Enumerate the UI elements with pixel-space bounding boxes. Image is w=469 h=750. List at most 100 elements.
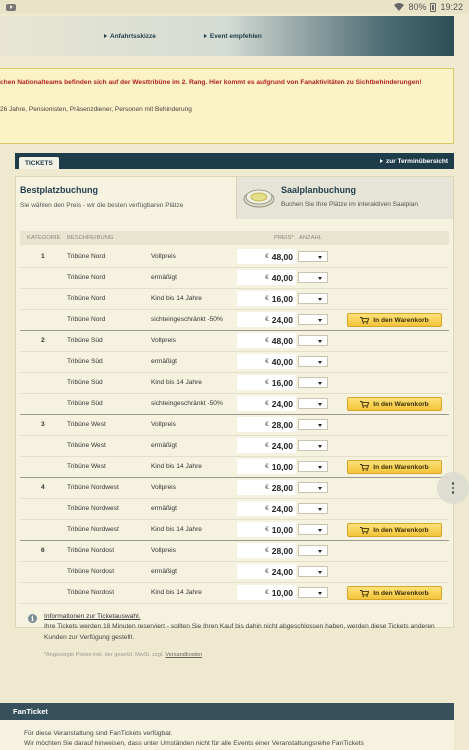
currency-symbol: € bbox=[265, 568, 269, 575]
price-value: 48,00 bbox=[271, 335, 293, 346]
quantity-select[interactable] bbox=[298, 314, 328, 325]
quantity-select[interactable] bbox=[298, 482, 328, 493]
nav-event-empfehlen-link[interactable]: Event empfehlen bbox=[203, 33, 262, 40]
arrow-right-icon bbox=[104, 34, 107, 38]
warning-highlight: chen Nationalteams befinden sich auf der… bbox=[0, 79, 422, 86]
table-row: Tribüne Nordwest Kind bis 14 Jahre €10,00 I… bbox=[20, 520, 449, 541]
quantity-select[interactable] bbox=[298, 398, 328, 409]
quantity-select[interactable] bbox=[298, 272, 328, 283]
price-type-cell: Kind bis 14 Jahre bbox=[151, 463, 202, 470]
add-to-cart-button[interactable]: In den Warenkorb bbox=[347, 523, 442, 537]
currency-symbol: € bbox=[265, 547, 269, 554]
price-value: 28,00 bbox=[271, 419, 293, 430]
quantity-select[interactable] bbox=[298, 461, 328, 472]
currency-symbol: € bbox=[265, 463, 269, 470]
quantity-select[interactable] bbox=[298, 545, 328, 556]
quantity-select[interactable] bbox=[298, 566, 328, 577]
table-row: 6 Tribüne Nordost Vollpreis €28,00 bbox=[20, 541, 449, 562]
cart-icon bbox=[360, 400, 370, 408]
description-cell: Tribüne Nordwest bbox=[67, 505, 119, 512]
price-cell: €48,00 bbox=[237, 333, 296, 348]
add-to-cart-button[interactable]: In den Warenkorb bbox=[347, 397, 442, 411]
shipping-costs-link[interactable]: Versandkosten bbox=[165, 652, 202, 658]
price-type-cell: Vollpreis bbox=[151, 547, 176, 554]
cart-icon bbox=[360, 526, 370, 534]
price-cell: €10,00 bbox=[237, 459, 296, 474]
quantity-select[interactable] bbox=[298, 251, 328, 262]
quantity-select[interactable] bbox=[298, 587, 328, 598]
category-cell: 4 bbox=[41, 484, 45, 491]
nav-anfahrtsskizze-link[interactable]: Anfahrtsskizze bbox=[104, 33, 156, 40]
currency-symbol: € bbox=[265, 526, 269, 533]
table-header: KATEGORIE BESCHREIBUNG PREIS* ANZAHL bbox=[20, 231, 449, 245]
price-type-cell: Kind bis 14 Jahre bbox=[151, 379, 202, 386]
currency-symbol: € bbox=[265, 379, 269, 386]
currency-symbol: € bbox=[265, 421, 269, 428]
description-cell: Tribüne West bbox=[67, 442, 106, 449]
youtube-icon bbox=[6, 3, 16, 11]
price-value: 48,00 bbox=[271, 251, 293, 262]
quantity-select[interactable] bbox=[298, 419, 328, 430]
description-cell: Tribüne Nord bbox=[67, 316, 106, 323]
currency-symbol: € bbox=[265, 316, 269, 323]
price-type-cell: ermäßigt bbox=[151, 505, 178, 512]
currency-symbol: € bbox=[265, 484, 269, 491]
floating-menu-button[interactable] bbox=[437, 472, 469, 504]
booking-panel: Bestplatzbuchung Sie wählen den Preis - … bbox=[15, 176, 454, 658]
currency-symbol: € bbox=[265, 337, 269, 344]
currency-symbol: € bbox=[265, 589, 269, 596]
description-cell: Tribüne Nordwest bbox=[67, 484, 119, 491]
col-kategorie: KATEGORIE bbox=[27, 235, 61, 241]
price-type-cell: Vollpreis bbox=[151, 253, 176, 260]
reservation-info: Ihre Tickets werden 18 Minuten reservier… bbox=[44, 623, 435, 641]
table-row: Tribüne Nord sichteingeschränkt -50% €24,0… bbox=[20, 310, 449, 331]
price-cell: €28,00 bbox=[237, 543, 296, 558]
cart-icon bbox=[360, 589, 370, 597]
quantity-select[interactable] bbox=[298, 524, 328, 535]
table-row: Tribüne Nord Kind bis 14 Jahre €16,00 bbox=[20, 289, 449, 310]
tab-tickets[interactable]: TICKETS bbox=[19, 157, 59, 169]
description-cell: Tribüne West bbox=[67, 421, 106, 428]
price-value: 10,00 bbox=[271, 587, 293, 598]
currency-symbol: € bbox=[265, 505, 269, 512]
overview-link[interactable]: zur Terminübersicht bbox=[379, 158, 448, 165]
description-cell: Tribüne Nordwest bbox=[67, 526, 119, 533]
quantity-select[interactable] bbox=[298, 356, 328, 367]
arrow-right-icon bbox=[203, 34, 207, 38]
description-cell: Tribüne West bbox=[67, 463, 106, 470]
tickets-header: TICKETS zur Terminübersicht bbox=[15, 153, 454, 169]
description-cell: Tribüne Süd bbox=[67, 400, 103, 407]
price-cell: €40,00 bbox=[237, 354, 296, 369]
add-to-cart-button[interactable]: In den Warenkorb bbox=[347, 586, 442, 600]
clock: 19:22 bbox=[440, 2, 463, 12]
add-to-cart-button[interactable]: In den Warenkorb bbox=[347, 460, 442, 474]
price-cell: €24,00 bbox=[237, 396, 296, 411]
quantity-select[interactable] bbox=[298, 377, 328, 388]
quantity-select[interactable] bbox=[298, 335, 328, 346]
price-cell: €48,00 bbox=[237, 249, 296, 264]
table-row: Tribüne Nordost Kind bis 14 Jahre €10,00 In… bbox=[20, 583, 449, 604]
quantity-select[interactable] bbox=[298, 440, 328, 451]
price-cell: €10,00 bbox=[237, 585, 296, 600]
price-type-cell: sichteingeschränkt -50% bbox=[151, 400, 223, 407]
table-row: Tribüne Süd ermäßigt €40,00 bbox=[20, 352, 449, 373]
fanticket-body: Für diese Veranstaltung sind FanTickets … bbox=[0, 720, 454, 750]
table-row: 2 Tribüne Süd Vollpreis €48,00 bbox=[20, 331, 449, 352]
category-cell: 2 bbox=[41, 337, 45, 344]
price-type-cell: Kind bis 14 Jahre bbox=[151, 589, 202, 596]
quantity-select[interactable] bbox=[298, 293, 328, 304]
cart-icon bbox=[360, 316, 370, 324]
seat-plan-title: Saalplanbuchung bbox=[281, 185, 357, 195]
currency-symbol: € bbox=[265, 274, 269, 281]
quantity-select[interactable] bbox=[298, 503, 328, 514]
price-cell: €24,00 bbox=[237, 438, 296, 453]
category-cell: 6 bbox=[41, 547, 45, 554]
price-type-cell: sichteingeschränkt -50% bbox=[151, 316, 223, 323]
best-seat-booking-tab[interactable]: Bestplatzbuchung Sie wählen den Preis - … bbox=[16, 177, 236, 219]
add-to-cart-button[interactable]: In den Warenkorb bbox=[347, 313, 442, 327]
table-row: Tribüne Nord ermäßigt €40,00 bbox=[20, 268, 449, 289]
ticket-info-link[interactable]: Informationen zur Ticketauswahl. bbox=[44, 613, 140, 620]
seat-plan-subtitle: Buchen Sie Ihre Plätze im interaktiven S… bbox=[281, 201, 418, 208]
seat-plan-booking-tab[interactable]: Saalplanbuchung Buchen Sie Ihre Plätze i… bbox=[236, 177, 453, 219]
arrow-right-icon bbox=[379, 159, 383, 163]
